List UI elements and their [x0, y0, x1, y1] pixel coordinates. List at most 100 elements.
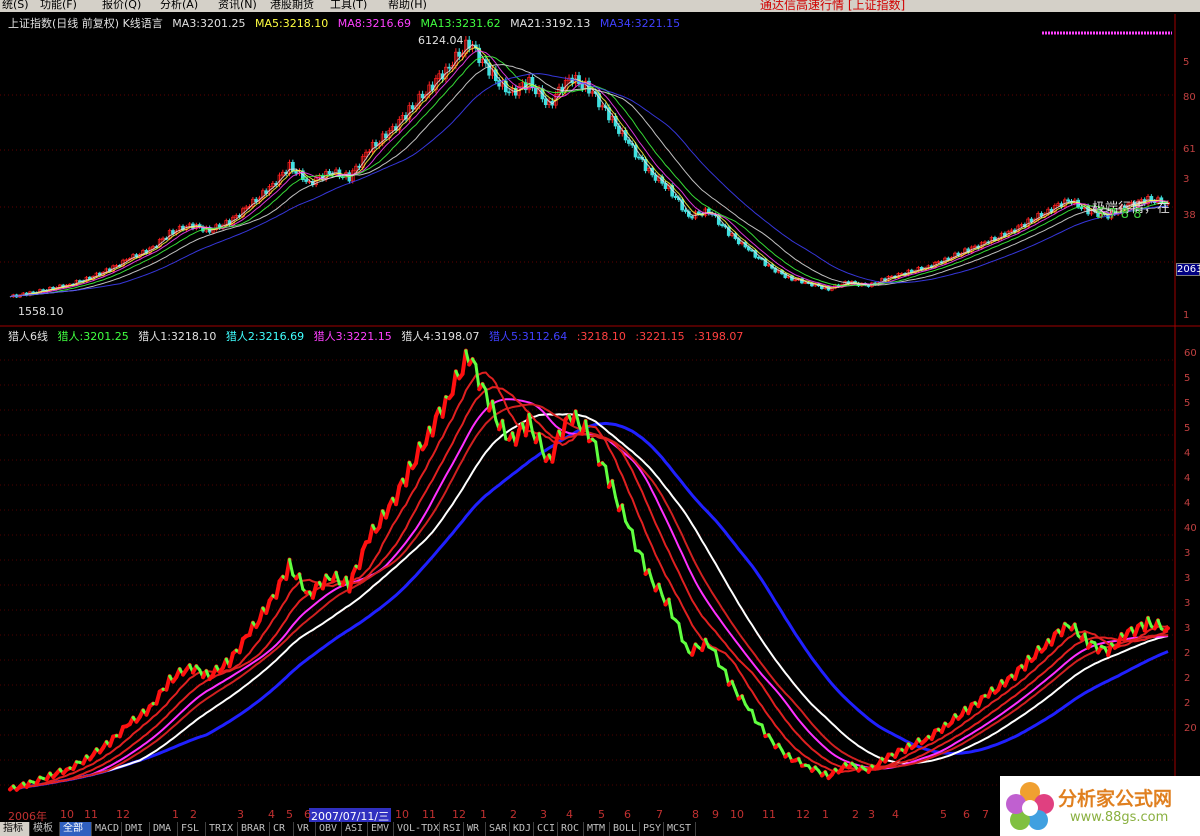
tab-cci[interactable]: CCI: [534, 822, 558, 836]
axis-tick-label: 3: [1183, 174, 1189, 185]
tab-obv[interactable]: OBV: [316, 822, 342, 836]
tab-模板[interactable]: 模板: [30, 822, 60, 836]
tab-dmi[interactable]: DMI: [122, 822, 150, 836]
hunter-segment: [394, 484, 402, 507]
date-label: 2: [510, 808, 517, 821]
tab-wr[interactable]: WR: [464, 822, 486, 836]
candle-body: [457, 51, 462, 57]
tab-psy[interactable]: PSY: [640, 822, 664, 836]
tab-asi[interactable]: ASI: [342, 822, 368, 836]
candle-body: [533, 87, 538, 95]
date-label: 10: [730, 808, 744, 821]
candle-body: [294, 170, 299, 174]
date-label: 12: [452, 808, 466, 821]
date-label: 4: [268, 808, 275, 821]
axis-tick-label: 80: [1183, 92, 1196, 103]
date-label: 9: [712, 808, 719, 821]
date-label: 6: [624, 808, 631, 821]
axis-tick-label: 40: [1184, 523, 1197, 534]
tab-trix[interactable]: TRIX: [206, 822, 238, 836]
candle-body: [410, 105, 415, 110]
hunter-segment: [537, 432, 544, 453]
hunter-segment: [320, 573, 329, 591]
ma5-line: [9, 46, 1169, 298]
tab-指标[interactable]: 指标: [0, 822, 30, 836]
hunter-segment: [610, 479, 618, 499]
tab-vr[interactable]: VR: [294, 822, 316, 836]
hunter-segment: [1162, 626, 1170, 633]
tab-fsl[interactable]: FSL: [178, 822, 206, 836]
axis-tick-label: 20: [1184, 723, 1197, 734]
tab-cr[interactable]: CR: [270, 822, 294, 836]
candle-body: [304, 179, 309, 182]
hunter-segment: [413, 441, 422, 466]
date-label: 12: [796, 808, 810, 821]
date-label: 3: [868, 808, 875, 821]
flower-logo-icon: [1006, 782, 1054, 830]
hunter-segment: [288, 558, 295, 577]
red-slow-1: [9, 403, 1168, 791]
watermark-logo: 分析家公式网 www.88gs.com: [1000, 776, 1200, 836]
axis-tick-label: 2: [1184, 673, 1190, 684]
hunter-segment: [440, 394, 448, 419]
date-label: 6: [304, 808, 311, 821]
hunter-segment: [584, 419, 591, 443]
tab-vol-tdx[interactable]: VOL-TDX: [394, 822, 440, 836]
hunter-segment: [640, 552, 648, 576]
candle-body: [327, 171, 332, 175]
low-label: 1558.10: [18, 305, 64, 318]
date-label: 4: [566, 808, 573, 821]
hunter-segment: [513, 428, 522, 447]
ma34-line: [9, 73, 1169, 298]
date-label: 8: [692, 808, 699, 821]
axis-tick-label: 61: [1183, 144, 1196, 155]
candle-body: [673, 195, 678, 198]
top-right-axis: 5 80 61 3 38 1: [1183, 57, 1196, 321]
price-indicator: 2063: [1176, 263, 1200, 276]
date-label: 10: [60, 808, 74, 821]
date-label: 1: [480, 808, 487, 821]
hunter-segment: [430, 414, 438, 438]
candle-body: [637, 156, 641, 159]
tab-emv[interactable]: EMV: [368, 822, 394, 836]
watermark-url: www.88gs.com: [1070, 810, 1169, 825]
candle-body: [720, 224, 724, 227]
hunter4-line: [9, 413, 1169, 791]
tab-brar[interactable]: BRAR: [238, 822, 270, 836]
tab-roc[interactable]: ROC: [558, 822, 584, 836]
hunter-segment: [620, 503, 628, 523]
top-candles: [11, 36, 1170, 299]
hunter-lines: [8, 348, 1170, 792]
tab-全部[interactable]: 全部: [60, 822, 92, 836]
tab-rsi[interactable]: RSI: [440, 822, 464, 836]
tab-sar[interactable]: SAR: [486, 822, 510, 836]
date-label: 1: [172, 808, 179, 821]
hunter-segment: [647, 568, 654, 583]
tab-macd[interactable]: MACD: [92, 822, 122, 836]
kline-chart[interactable]: 6124.04 1558.10 5 80 61 3 38 1 60 5 5 5 4 4 4 40 3 3 3 3…: [0, 0, 1200, 808]
axis-tick-label: 60: [1184, 348, 1197, 359]
tab-mtm[interactable]: MTM: [584, 822, 610, 836]
date-label: 6: [963, 808, 970, 821]
hunter-segment: [334, 570, 341, 586]
hunter-segment: [367, 523, 375, 544]
date-label: 10: [395, 808, 409, 821]
watermark-site: 分析家公式网: [1058, 788, 1173, 810]
annotation-green: 5 7 8 8: [1096, 207, 1142, 222]
date-label: 7: [656, 808, 663, 821]
date-label: 5: [286, 808, 293, 821]
tab-mcst[interactable]: MCST: [664, 822, 696, 836]
tab-dma[interactable]: DMA: [150, 822, 178, 836]
axis-tick-label: 2: [1184, 698, 1190, 709]
axis-tick-label: 3: [1184, 573, 1190, 584]
tab-kdj[interactable]: KDJ: [510, 822, 534, 836]
tab-boll[interactable]: BOLL: [610, 822, 640, 836]
date-label: 5: [940, 808, 947, 821]
axis-tick-label: 38: [1183, 210, 1196, 221]
hunter-segment: [377, 509, 385, 530]
axis-tick-label: 3: [1184, 623, 1190, 634]
candle-body: [696, 211, 701, 215]
candle-body: [507, 91, 511, 94]
hunter-segment: [237, 636, 245, 655]
candle-body: [756, 256, 761, 259]
